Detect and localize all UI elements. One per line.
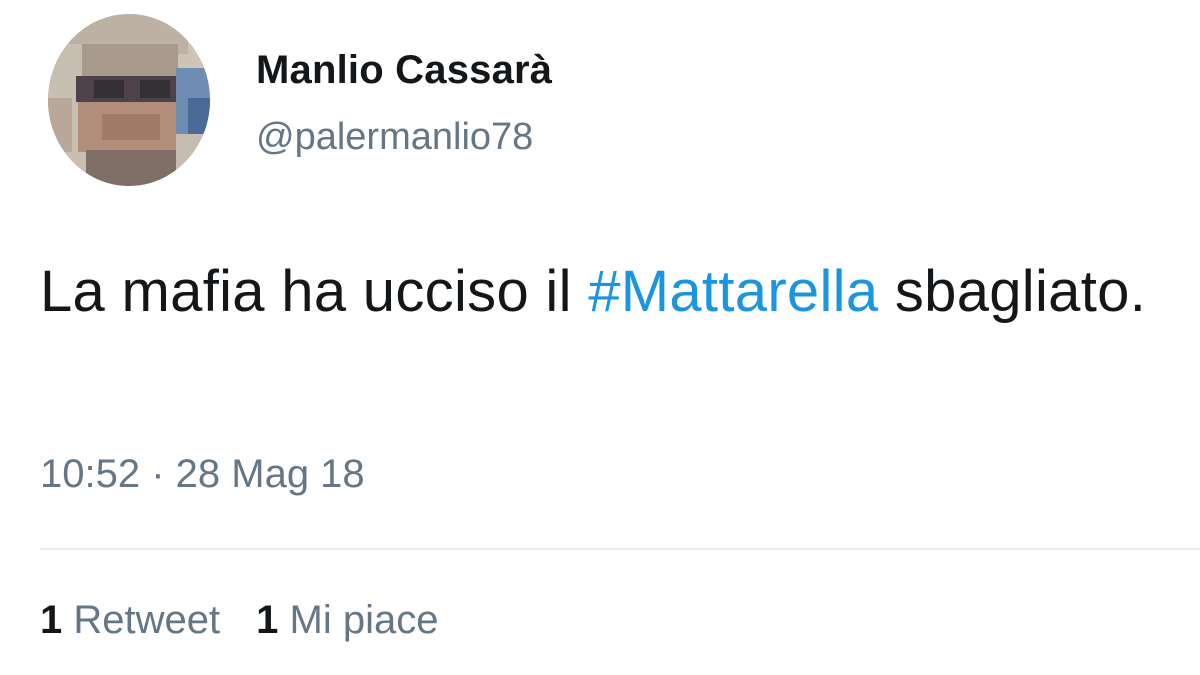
- avatar[interactable]: [48, 14, 210, 186]
- divider: [40, 548, 1200, 550]
- retweets-label: Retweet: [73, 598, 221, 642]
- tweet-text-start: La mafia ha ucciso il: [40, 259, 589, 324]
- likes-label: Mi piace: [289, 598, 439, 642]
- tweet-text-end: sbagliato.: [878, 259, 1147, 324]
- tweet-timestamp[interactable]: 10:52 · 28 Mag 18: [40, 452, 365, 497]
- retweets-stat[interactable]: 1 Retweet: [40, 598, 220, 643]
- tweet-stats: 1 Retweet 1 Mi piace: [40, 598, 438, 643]
- tweet-text: La mafia ha ucciso il #Mattarella sbagli…: [40, 244, 1160, 340]
- tweet-card: Manlio Cassarà @palermanlio78 La mafia h…: [0, 0, 1200, 675]
- retweets-count: 1: [40, 598, 63, 642]
- likes-stat[interactable]: 1 Mi piace: [256, 598, 438, 643]
- hashtag-link[interactable]: #Mattarella: [588, 259, 878, 324]
- author-handle[interactable]: @palermanlio78: [256, 116, 533, 159]
- likes-count: 1: [256, 598, 279, 642]
- author-display-name[interactable]: Manlio Cassarà: [256, 48, 552, 93]
